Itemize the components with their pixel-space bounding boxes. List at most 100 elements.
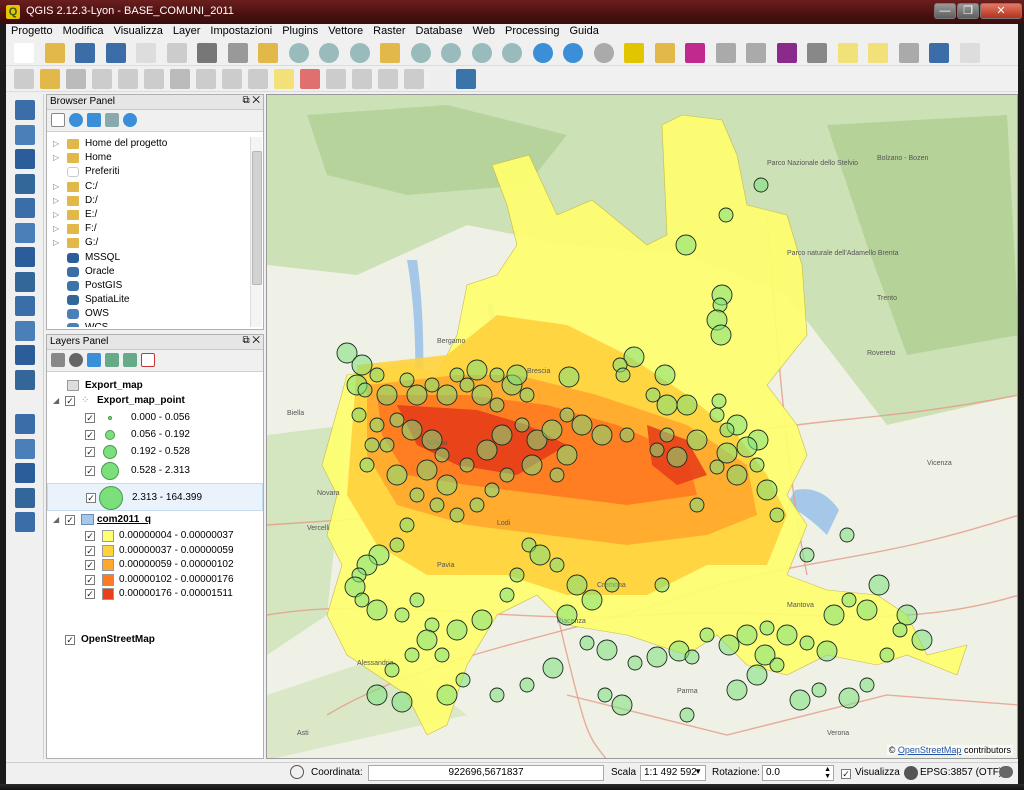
select-icon[interactable] [624, 43, 644, 63]
field-calculator-icon[interactable] [746, 43, 766, 63]
paste-features-icon[interactable] [248, 69, 268, 89]
collapse-all-icon[interactable] [123, 353, 137, 367]
add-feature-icon[interactable] [92, 69, 112, 89]
menu-visualizza[interactable]: Visualizza [109, 24, 168, 38]
statistics-icon[interactable] [776, 43, 797, 63]
expand-arrow-icon[interactable]: ▷ [53, 137, 59, 151]
move-label-icon[interactable] [352, 69, 372, 89]
toggle-editing-icon[interactable] [40, 69, 60, 89]
rotate-label-icon[interactable] [378, 69, 398, 89]
python-console-icon[interactable] [456, 69, 476, 89]
zoom-native-icon[interactable] [349, 43, 370, 63]
browser-item[interactable]: ▷ Home [51, 151, 247, 165]
expand-arrow-icon[interactable]: ▷ [53, 194, 59, 208]
messages-icon[interactable] [999, 766, 1013, 778]
change-label-icon[interactable] [404, 69, 424, 89]
close-button[interactable]: ✕ [980, 3, 1022, 19]
new-shapefile-icon[interactable] [15, 345, 35, 365]
class-checkbox[interactable]: ✓ [85, 589, 95, 599]
filter-legend-icon[interactable] [87, 353, 101, 367]
point-class-row[interactable]: ✓ 0.056 - 0.192 [47, 426, 263, 444]
move-feature-icon[interactable] [118, 69, 138, 89]
copy-features-icon[interactable] [222, 69, 242, 89]
add-selected-icon[interactable] [51, 113, 65, 127]
add-mssql-icon[interactable] [15, 198, 35, 218]
add-delimited-icon[interactable] [15, 320, 35, 341]
print-composer-icon[interactable] [136, 43, 156, 63]
point-class-row[interactable]: ✓ 0.000 - 0.056 [47, 409, 263, 427]
map-svg[interactable]: Bolzano - Bozen Parco naturale dell'Adame… [267, 95, 1018, 759]
save-as-icon[interactable] [105, 43, 126, 63]
current-edits-icon[interactable] [14, 69, 34, 89]
browser-item[interactable]: WCS [51, 321, 247, 327]
save-project-icon[interactable] [75, 43, 95, 63]
poly-class-row[interactable]: ✓ 0.00000037 - 0.00000059 [47, 544, 263, 558]
globe-icon[interactable] [904, 766, 918, 780]
class-checkbox[interactable]: ✓ [85, 574, 95, 585]
info-icon[interactable] [123, 113, 137, 127]
osm-link[interactable]: OpenStreetMap [898, 745, 962, 755]
menu-processing[interactable]: Processing [500, 24, 564, 38]
browser-item[interactable]: ▷ Home del progetto [51, 137, 247, 151]
zoom-out-icon[interactable] [319, 43, 339, 63]
poly-class-row[interactable]: ✓ 0.00000059 - 0.00000102 [47, 558, 263, 572]
expand-arrow-icon[interactable]: ▷ [53, 222, 59, 236]
browser-item[interactable]: Oracle [51, 265, 247, 279]
menu-modifica[interactable]: Modifica [58, 24, 109, 38]
point-class-row[interactable]: ✓ 0.192 - 0.528 [47, 443, 263, 461]
panel-float-close-icons[interactable]: ⧉ ✕ [242, 335, 260, 346]
class-checkbox[interactable]: ✓ [85, 531, 95, 541]
composer-manager-icon[interactable] [166, 43, 187, 63]
zoom-last-icon[interactable] [471, 43, 492, 63]
expression-select-icon[interactable] [685, 43, 705, 63]
gps-icon[interactable] [15, 438, 35, 459]
dropdown-arrow-icon[interactable]: ▼ [694, 767, 702, 776]
deselect-icon[interactable] [654, 43, 675, 63]
crs-label[interactable]: EPSG:3857 (OTF) [920, 767, 1002, 778]
add-wfs-icon[interactable] [15, 296, 35, 316]
expand-arrow-icon[interactable]: ▷ [53, 208, 59, 222]
spin-arrows-icon[interactable]: ▲ ▼ [824, 766, 831, 780]
expand-arrow-icon[interactable]: ▷ [53, 180, 59, 194]
coord-field[interactable]: 922696,5671837 [368, 765, 604, 781]
menu-raster[interactable]: Raster [368, 24, 410, 38]
add-oracle-icon[interactable] [15, 222, 35, 243]
menu-vettore[interactable]: Vettore [323, 24, 368, 38]
zoom-in-icon[interactable] [288, 43, 309, 63]
new-spatialite-icon[interactable] [15, 369, 35, 390]
georeferencer-icon[interactable] [15, 414, 35, 434]
identify-icon[interactable] [563, 43, 583, 63]
expand-arrow-icon[interactable]: ▷ [53, 151, 59, 165]
zoom-selection-icon[interactable] [441, 43, 461, 63]
point-layer-row[interactable]: ◢ ✓ ⁘ Export_map_point [47, 392, 263, 410]
whats-this-icon[interactable] [959, 43, 980, 63]
scrollbar-thumb[interactable] [252, 151, 262, 285]
pan-icon[interactable] [197, 43, 217, 63]
refresh-icon[interactable] [532, 43, 553, 63]
remove-layer-icon[interactable] [141, 353, 155, 367]
pin-label-icon[interactable] [300, 69, 320, 89]
basemap-checkbox[interactable]: ✓ [65, 635, 75, 645]
help-icon[interactable] [929, 43, 949, 63]
class-checkbox[interactable]: ✓ [85, 466, 95, 476]
save-edits-icon[interactable] [66, 69, 86, 89]
layer-style-icon[interactable] [51, 353, 65, 367]
expand-all-icon[interactable] [105, 353, 119, 367]
add-wcs-icon[interactable] [15, 271, 35, 292]
menu-progetto[interactable]: Progetto [6, 24, 58, 38]
add-raster-icon[interactable] [15, 124, 35, 145]
menu-web[interactable]: Web [468, 24, 500, 38]
expand-arrow-icon[interactable]: ▷ [53, 236, 59, 250]
pan-to-selection-icon[interactable] [258, 43, 278, 63]
label-tool-icon[interactable] [274, 69, 294, 89]
menu-guida[interactable]: Guida [564, 24, 603, 38]
class-checkbox[interactable]: ✓ [85, 447, 95, 457]
basemap-row[interactable]: ✓ OpenStreetMap [47, 631, 263, 649]
browser-item[interactable]: Preferiti [51, 165, 247, 179]
zoom-next-icon[interactable] [502, 43, 522, 63]
map-canvas[interactable]: Bolzano - Bozen Parco naturale dell'Adame… [266, 94, 1018, 759]
mouse-coord-icon[interactable] [290, 765, 304, 779]
class-checkbox[interactable]: ✓ [86, 493, 96, 503]
browser-item[interactable]: ▷ F:/ [51, 222, 247, 236]
browser-item[interactable]: ▷ G:/ [51, 236, 247, 250]
